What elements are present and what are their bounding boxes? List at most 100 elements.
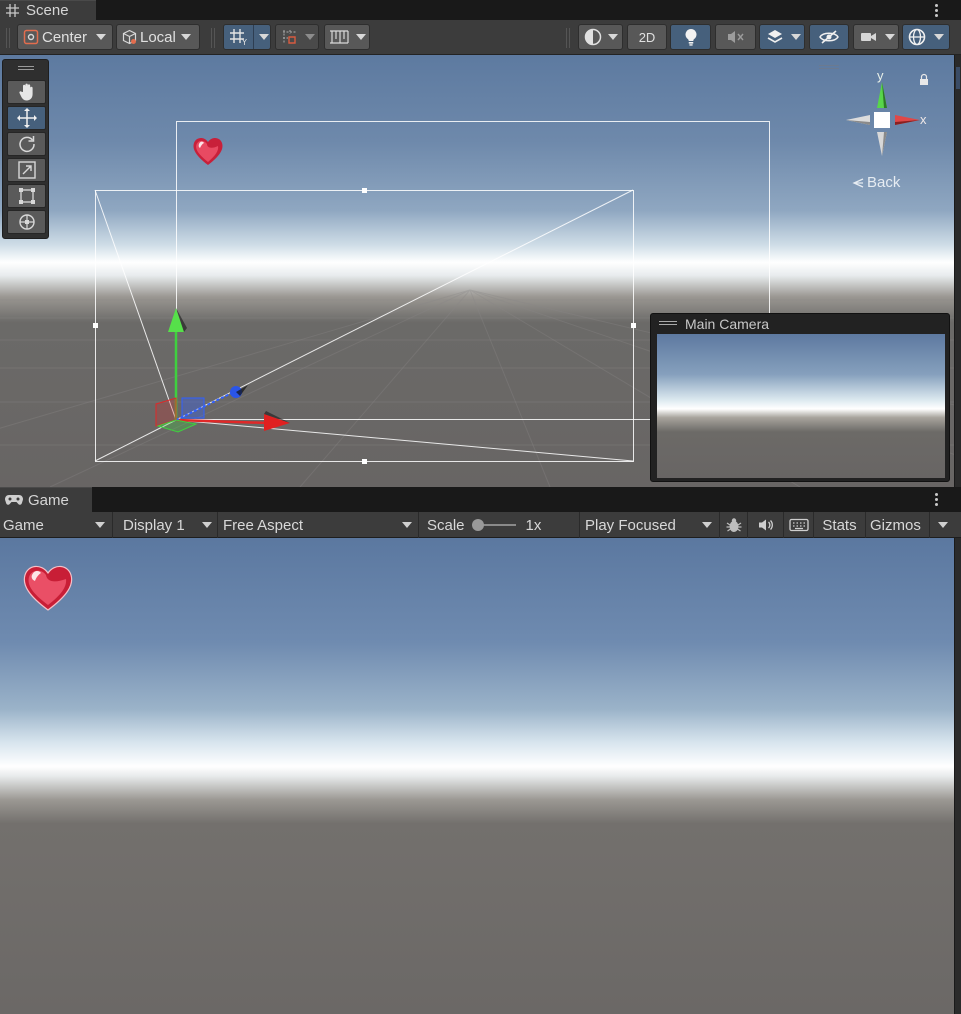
chevron-down-icon [305,34,315,40]
heart-sprite-game [23,565,73,611]
keyboard-icon [788,518,809,532]
pivot-local-label: Local [140,28,176,46]
pivot-center-dropdown[interactable]: Center [17,24,113,50]
gizmo-view-label[interactable]: Back [852,174,900,191]
camera-preview-overlay: Main Camera [650,313,950,482]
pivot-local-dropdown[interactable]: Local [116,24,200,50]
scene-panel-menu-icon[interactable] [931,0,941,20]
increment-snap-toggle[interactable] [275,24,319,50]
chevron-down-icon [180,34,191,40]
frame-debugger-button[interactable] [720,512,748,538]
scene-audio-toggle[interactable] [715,24,756,50]
game-tab-bar: Game [0,487,961,512]
scale-slider-thumb[interactable] [471,519,484,531]
gizmo-drag-handle-icon[interactable] [819,65,839,69]
move-tool-button[interactable] [7,106,46,130]
gizmo-view-text: Back [867,174,901,191]
scene-scrollbar[interactable] [954,55,961,487]
gizmo-axis-x-label: x [920,112,927,127]
scene-tab-label: Scene [26,2,69,19]
camera-icon [861,33,876,41]
hand-icon [18,83,33,101]
scene-camera-dropdown[interactable] [853,24,899,50]
heart-sprite [193,137,223,165]
display-dropdown[interactable]: Display 1 [113,512,218,538]
increment-snap-icon [283,30,297,44]
shortcuts-button[interactable] [784,512,814,538]
scene-effects-dropdown[interactable] [759,24,805,50]
grid-snap-toggle[interactable]: Y [223,24,271,50]
pivot-center-icon [23,29,39,45]
ruler-snap-dropdown[interactable] [324,24,370,50]
svg-text:Y: Y [241,38,247,46]
camera-preview-image [657,334,945,478]
gizmos-dropdown[interactable] [902,24,950,50]
game-gizmos-button[interactable]: Gizmos [866,512,930,538]
orientation-gizmo[interactable]: y x [840,68,934,172]
palette-drag-handle-icon[interactable] [18,66,34,70]
chevron-down-icon [791,34,801,40]
camera-preview-title: Main Camera [685,316,770,332]
scale-value: 1x [525,516,542,534]
scene-toolbar: Center Local Y 2D [0,20,961,55]
transform-tool-button[interactable] [7,210,46,234]
scene-visibility-toggle[interactable] [809,24,849,50]
preview-drag-handle-icon[interactable] [659,321,677,325]
move-gizmo [155,308,290,433]
scale-control: Scale 1x [419,512,580,538]
rotate-tool-button[interactable] [7,132,46,156]
draw-mode-dropdown[interactable] [578,24,623,50]
scene-lighting-toggle[interactable] [670,24,711,50]
aspect-ratio-dropdown[interactable]: Free Aspect [218,512,419,538]
hand-tool-button[interactable] [7,80,46,104]
game-panel-menu-icon[interactable] [931,487,941,512]
chevron-down-icon [938,522,948,528]
tab-game[interactable]: Game [0,487,92,512]
back-chevron-icon [852,177,864,188]
game-viewport[interactable] [0,538,954,1014]
grid-snap-icon: Y [230,29,247,46]
toolbar-grip-icon [211,28,215,48]
game-gizmos-dropdown[interactable] [930,512,961,538]
mute-audio-button[interactable] [748,512,784,538]
play-mode-label: Play Focused [585,516,676,534]
game-scrollbar[interactable] [954,538,961,1014]
stats-button[interactable]: Stats [814,512,866,538]
gamepad-icon [5,495,23,505]
local-cube-icon [122,29,137,44]
chevron-down-icon [885,34,895,40]
game-tab-label: Game [28,491,69,509]
scale-tool-button[interactable] [7,158,46,182]
game-gizmos-label: Gizmos [870,516,921,534]
chevron-down-icon [402,522,412,528]
chevron-down-icon [259,34,269,40]
shaded-sphere-icon [584,28,602,46]
transform-combined-icon [18,214,35,230]
aspect-ratio-label: Free Aspect [223,516,304,534]
2d-mode-toggle[interactable]: 2D [627,24,667,50]
toolbar-grip-icon [6,28,10,48]
game-view-type-dropdown[interactable]: Game [0,512,113,538]
lightbulb-icon [684,28,697,46]
scale-slider[interactable] [471,519,516,531]
display-label: Display 1 [123,516,185,534]
toolbar-grip-icon [566,28,570,48]
play-mode-dropdown[interactable]: Play Focused [580,512,720,538]
grid-icon [6,4,19,17]
gizmo-sphere-icon [908,28,926,46]
hidden-eye-icon [819,30,839,44]
effects-layers-icon [767,30,783,43]
stats-label: Stats [822,516,857,534]
chevron-down-icon [202,522,212,528]
gizmo-axis-y-label: y [877,68,884,83]
speaker-icon [758,519,773,531]
chevron-down-icon [608,34,618,40]
scale-label: Scale [427,516,465,534]
rect-tool-button[interactable] [7,184,46,208]
tab-scene[interactable]: Scene [0,0,96,20]
chevron-down-icon [95,522,105,528]
pivot-center-label: Center [42,28,88,46]
rect-transform-icon [18,188,35,204]
2d-mode-label: 2D [638,29,656,45]
chevron-down-icon [934,34,944,40]
